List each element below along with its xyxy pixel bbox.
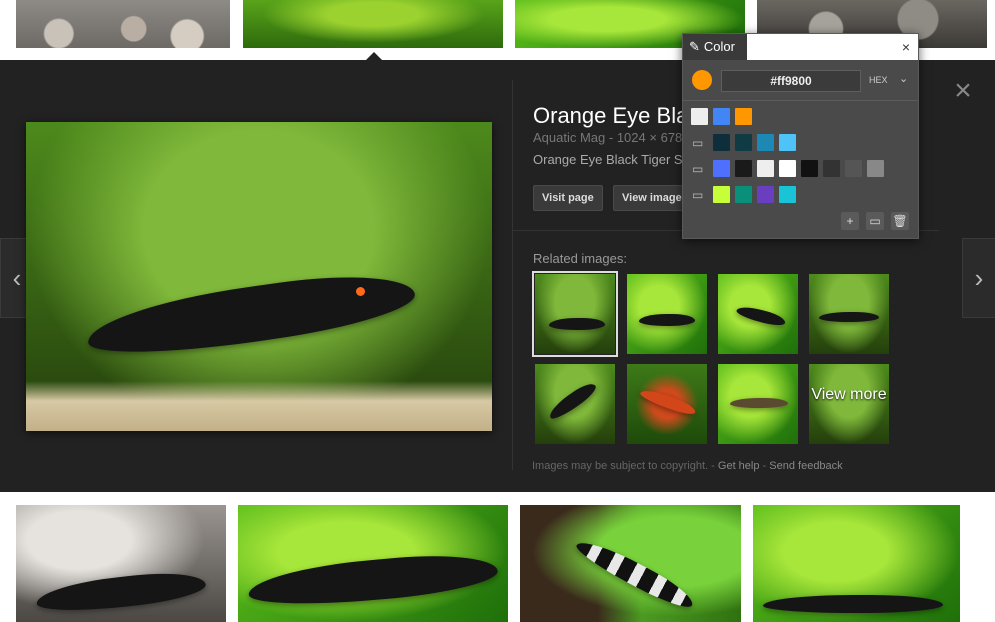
color-swatch[interactable] xyxy=(713,108,730,125)
result-thumb[interactable] xyxy=(238,505,508,622)
image-caption: Orange Eye Black Tiger S xyxy=(533,152,683,167)
related-thumb[interactable] xyxy=(627,274,707,354)
view-more-button[interactable]: View more xyxy=(809,364,889,444)
color-swatch[interactable] xyxy=(823,160,840,177)
color-swatch[interactable] xyxy=(779,160,796,177)
footer-separator: - xyxy=(711,460,715,472)
format-label[interactable]: HEX xyxy=(869,75,888,85)
color-swatch[interactable] xyxy=(735,186,752,203)
current-color-swatch[interactable] xyxy=(692,70,712,90)
get-help-link[interactable]: Get help xyxy=(718,460,760,472)
color-swatch[interactable] xyxy=(691,108,708,125)
footer-separator: - xyxy=(762,460,767,472)
color-swatch[interactable] xyxy=(779,134,796,151)
color-swatch[interactable] xyxy=(757,160,774,177)
result-thumb[interactable] xyxy=(16,505,226,622)
next-image-button[interactable]: › xyxy=(962,238,995,318)
image-meta: Aquatic Mag - 1024 × 678 xyxy=(533,130,683,145)
color-swatch[interactable] xyxy=(713,160,730,177)
related-thumb[interactable] xyxy=(627,364,707,444)
color-swatch[interactable] xyxy=(757,186,774,203)
color-swatch[interactable] xyxy=(801,160,818,177)
copyright-notice: Images may be subject to copyright. xyxy=(532,460,709,472)
image-source[interactable]: Aquatic Mag xyxy=(533,130,605,145)
view-image-button[interactable]: View image xyxy=(613,185,691,211)
picker-title-wrap: ✎ Color xyxy=(689,39,735,55)
hex-value-input[interactable]: #ff9800 xyxy=(721,70,861,92)
result-thumb-selected[interactable] xyxy=(243,0,503,48)
eyedropper-icon[interactable]: ✎ xyxy=(689,39,700,54)
picker-header-bar: × xyxy=(747,34,918,60)
related-thumb[interactable] xyxy=(535,364,615,444)
folder-icon[interactable]: ▭ xyxy=(692,162,708,176)
chevron-left-icon: ‹ xyxy=(12,262,22,293)
folder-icon[interactable]: ▭ xyxy=(692,136,708,150)
related-thumb[interactable] xyxy=(532,271,618,357)
divider xyxy=(512,80,513,470)
close-icon[interactable]: × xyxy=(950,76,976,106)
color-swatch[interactable] xyxy=(735,160,752,177)
image-title: Orange Eye Bla xyxy=(533,103,689,128)
chevron-right-icon: › xyxy=(974,262,984,293)
related-thumb[interactable] xyxy=(809,274,889,354)
color-picker-popup: ✎ Color × #ff9800 HEX ⌄ ▭ ▭ ▭ + ▭ 🗑 xyxy=(682,33,919,239)
color-swatch[interactable] xyxy=(867,160,884,177)
main-image[interactable] xyxy=(26,122,492,431)
picker-title: Color xyxy=(703,39,735,54)
result-thumb[interactable] xyxy=(16,0,230,48)
related-thumb[interactable] xyxy=(718,274,798,354)
color-swatch[interactable] xyxy=(757,134,774,151)
image-dimensions: 1024 × 678 xyxy=(616,130,683,145)
view-more-label: View more xyxy=(811,386,887,403)
send-feedback-link[interactable]: Send feedback xyxy=(769,460,842,472)
footer: Images may be subject to copyright. - Ge… xyxy=(532,460,843,472)
color-swatch[interactable] xyxy=(713,134,730,151)
add-icon[interactable]: + xyxy=(841,212,859,230)
result-thumb[interactable] xyxy=(520,505,741,622)
visit-page-button[interactable]: Visit page xyxy=(533,185,603,211)
folder-icon[interactable]: ▭ xyxy=(692,188,708,202)
folder-icon[interactable]: ▭ xyxy=(866,212,884,230)
related-thumb[interactable] xyxy=(718,364,798,444)
color-swatch[interactable] xyxy=(735,108,752,125)
result-thumb[interactable] xyxy=(753,505,960,622)
trash-icon[interactable]: 🗑 xyxy=(891,212,909,230)
chevron-down-icon[interactable]: ⌄ xyxy=(899,72,908,85)
close-icon[interactable]: × xyxy=(902,39,910,55)
color-swatch[interactable] xyxy=(845,160,862,177)
picker-header: ✎ Color xyxy=(683,34,747,60)
color-swatch[interactable] xyxy=(735,134,752,151)
color-swatch[interactable] xyxy=(779,186,796,203)
color-swatch[interactable] xyxy=(713,186,730,203)
divider xyxy=(683,100,918,101)
related-images-label: Related images: xyxy=(533,251,627,266)
